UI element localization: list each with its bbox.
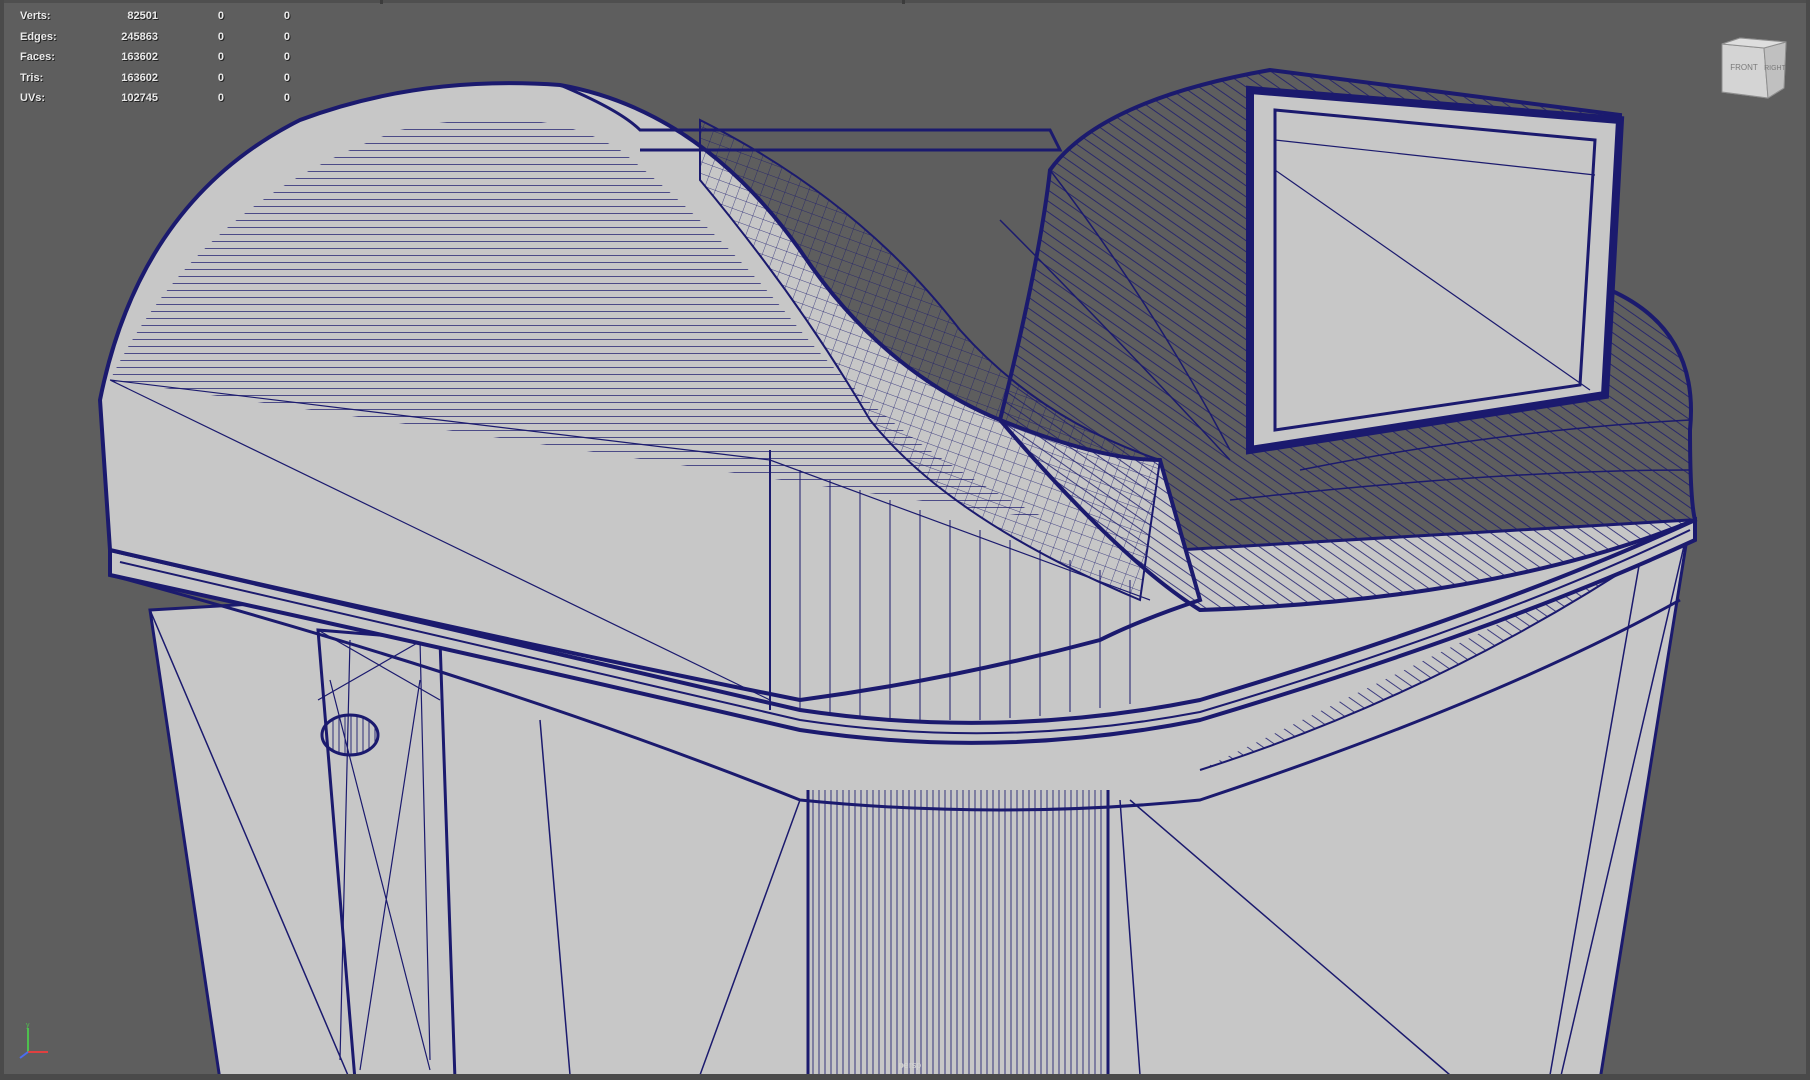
hud-selected-value-2: 0 [283, 30, 290, 43]
hud-row-uvs: UVs: 102745 0 0 [20, 88, 290, 109]
hud-selected-value-2: 0 [283, 71, 290, 84]
hud-selected-value: 0 [217, 30, 224, 43]
hud-selected-value-2: 0 [283, 51, 290, 64]
hud-selected-value-2: 0 [283, 10, 290, 23]
axis-gizmo-icon: y [19, 1022, 48, 1059]
viewport-bottom-border [0, 1074, 1810, 1080]
hud-label: UVs: [20, 92, 46, 105]
3d-viewport[interactable]: Verts: 82501 0 0 Edges: 245863 0 0 Faces… [0, 0, 1810, 1080]
hud-selected-value: 0 [217, 51, 224, 64]
hud-label: Tris: [20, 71, 44, 84]
wireframe-mesh[interactable] [0, 0, 1810, 1080]
hinge-pin [320, 713, 380, 757]
hud-row-edges: Edges: 245863 0 0 [20, 27, 290, 48]
hud-value: 102745 [121, 92, 158, 105]
camera-name-label: persp [898, 1060, 922, 1070]
hud-row-tris: Tris: 163602 0 0 [20, 68, 290, 89]
center-column [808, 790, 1108, 1080]
viewcube[interactable]: FRONT RIGHT [1718, 36, 1788, 100]
viewcube-right-label: RIGHT [1764, 65, 1787, 72]
hud-value: 82501 [127, 10, 158, 23]
hud-selected-value: 0 [217, 10, 224, 23]
poly-count-hud: Verts: 82501 0 0 Edges: 245863 0 0 Faces… [20, 6, 290, 109]
viewport-right-border [1806, 0, 1810, 1080]
hud-label: Edges: [20, 30, 57, 43]
viewport-left-border [0, 0, 4, 1080]
hud-label: Faces: [20, 51, 55, 64]
hud-selected-value-2: 0 [283, 92, 290, 105]
hud-label: Verts: [20, 10, 51, 23]
hud-value: 245863 [121, 30, 158, 43]
flap-opening [1246, 85, 1625, 455]
hud-row-verts: Verts: 82501 0 0 [20, 6, 290, 27]
hud-selected-value: 0 [217, 71, 224, 84]
hud-value: 163602 [121, 51, 158, 64]
hud-selected-value: 0 [217, 92, 224, 105]
viewcube-front-label: FRONT [1730, 63, 1758, 72]
hud-row-faces: Faces: 163602 0 0 [20, 47, 290, 68]
svg-text:y: y [26, 1022, 30, 1029]
hud-value: 163602 [121, 71, 158, 84]
